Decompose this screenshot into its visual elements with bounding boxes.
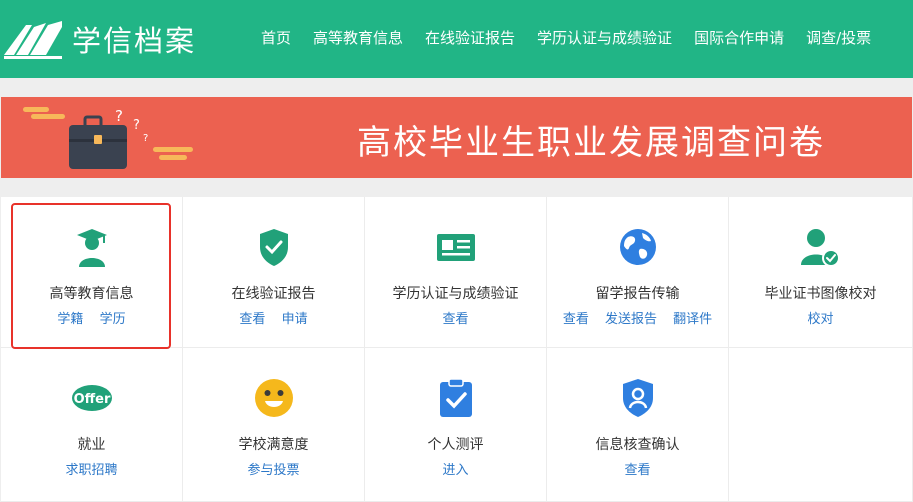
service-title: 毕业证书图像校对	[764, 286, 877, 302]
nav-online-verification-report[interactable]: 在线验证报告	[425, 27, 515, 49]
link-view[interactable]: 查看	[624, 463, 650, 478]
service-card-info-verification[interactable]: 信息核查确认 查看	[547, 348, 729, 502]
site-logo[interactable]: 学信档案	[2, 14, 196, 64]
certificate-card-icon	[365, 227, 546, 267]
service-links: 求职招聘	[1, 459, 182, 478]
nav-degree-certification[interactable]: 学历认证与成绩验证	[537, 27, 672, 49]
top-header: 学信档案 首页 高等教育信息 在线验证报告 学历认证与成绩验证 国际合作申请 调…	[0, 0, 913, 78]
nav-higher-education-info[interactable]: 高等教育信息	[313, 27, 403, 49]
logo-text: 学信档案	[72, 24, 197, 58]
link-enter[interactable]: 进入	[442, 463, 468, 478]
link-apply[interactable]: 申请	[282, 312, 308, 327]
highlight-box	[11, 203, 171, 349]
service-title: 学历认证与成绩验证	[392, 286, 519, 302]
service-links: 校对	[729, 308, 912, 327]
service-card-employment[interactable]: Offer 就业 求职招聘	[1, 348, 183, 502]
survey-banner[interactable]: ? ? ? 高校毕业生职业发展调查问卷	[1, 97, 912, 178]
svg-text:?: ?	[143, 133, 148, 144]
service-card-diploma-image-check[interactable]: 毕业证书图像校对 校对	[729, 197, 913, 348]
service-links: 进入	[365, 459, 546, 478]
nav-home[interactable]: 首页	[261, 27, 291, 49]
service-links: 查看 申请	[183, 308, 364, 327]
empty-cell	[729, 348, 913, 502]
link-view[interactable]: 查看	[239, 312, 265, 327]
link-view[interactable]: 查看	[442, 312, 468, 327]
service-card-personal-assessment[interactable]: 个人测评 进入	[365, 348, 547, 502]
service-title: 留学报告传输	[595, 286, 680, 302]
svg-text:?: ?	[133, 118, 140, 133]
banner-title: 高校毕业生职业发展调查问卷	[357, 123, 825, 163]
service-title: 学校满意度	[238, 437, 309, 453]
service-links: 查看	[365, 308, 546, 327]
clipboard-check-icon	[365, 378, 546, 418]
link-job-search[interactable]: 求职招聘	[65, 463, 117, 478]
nav-survey-vote[interactable]: 调查/投票	[806, 27, 871, 49]
shield-check-icon	[183, 227, 364, 267]
smiley-icon	[183, 378, 364, 418]
service-links: 查看 发送报告 翻译件	[547, 308, 728, 327]
service-card-online-verification[interactable]: 在线验证报告 查看 申请	[183, 197, 365, 348]
offer-badge-text: Offer	[73, 392, 110, 407]
link-vote[interactable]: 参与投票	[247, 463, 299, 478]
shield-user-icon	[547, 378, 728, 418]
briefcase-illustration: ? ? ?	[23, 107, 193, 169]
user-check-icon	[729, 227, 912, 267]
link-view[interactable]: 查看	[563, 312, 589, 327]
globe-icon	[547, 227, 728, 267]
service-title: 就业	[77, 437, 106, 453]
service-links: 参与投票	[183, 459, 364, 478]
service-title: 信息核查确认	[595, 437, 680, 453]
link-send-report[interactable]: 发送报告	[605, 312, 657, 327]
nav-international-cooperation[interactable]: 国际合作申请	[694, 27, 784, 49]
service-card-study-abroad-report[interactable]: 留学报告传输 查看 发送报告 翻译件	[547, 197, 729, 348]
main-nav: 首页 高等教育信息 在线验证报告 学历认证与成绩验证 国际合作申请 调查/投票	[261, 27, 893, 49]
service-card-degree-certification[interactable]: 学历认证与成绩验证 查看	[365, 197, 547, 348]
svg-text:?: ?	[115, 107, 123, 125]
service-title: 在线验证报告	[231, 286, 316, 302]
service-card-school-satisfaction[interactable]: 学校满意度 参与投票	[183, 348, 365, 502]
service-links: 查看	[547, 459, 728, 478]
offer-badge-icon: Offer	[1, 378, 182, 418]
link-proofread[interactable]: 校对	[807, 312, 833, 327]
service-title: 个人测评	[427, 437, 484, 453]
logo-book-icon	[4, 21, 62, 59]
link-translation[interactable]: 翻译件	[673, 312, 712, 327]
